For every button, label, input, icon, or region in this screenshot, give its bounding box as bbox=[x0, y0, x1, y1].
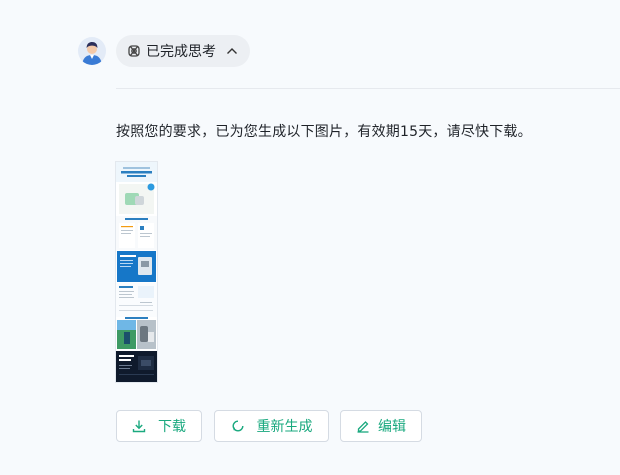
avatar bbox=[78, 37, 106, 65]
regenerate-label: 重新生成 bbox=[256, 419, 313, 435]
refresh-icon bbox=[231, 419, 245, 433]
download-label: 下载 bbox=[158, 419, 186, 435]
download-icon bbox=[132, 419, 146, 433]
chevron-up-icon[interactable] bbox=[226, 47, 238, 55]
edit-button[interactable]: 编辑 bbox=[340, 410, 422, 442]
divider bbox=[116, 88, 620, 89]
assistant-message: 按照您的要求，已为您生成以下图片，有效期15天，请尽快下载。 bbox=[116, 124, 532, 140]
edit-label: 编辑 bbox=[378, 419, 406, 435]
thinking-status-label: 已完成思考 bbox=[146, 44, 216, 60]
generated-image-thumbnail[interactable] bbox=[116, 162, 157, 382]
pencil-icon bbox=[356, 419, 370, 433]
generated-image-graphic bbox=[116, 162, 157, 382]
download-button[interactable]: 下载 bbox=[116, 410, 202, 442]
bot-icon bbox=[127, 44, 141, 58]
thinking-status-toggle[interactable]: 已完成思考 bbox=[116, 35, 250, 67]
regenerate-button[interactable]: 重新生成 bbox=[214, 410, 329, 442]
